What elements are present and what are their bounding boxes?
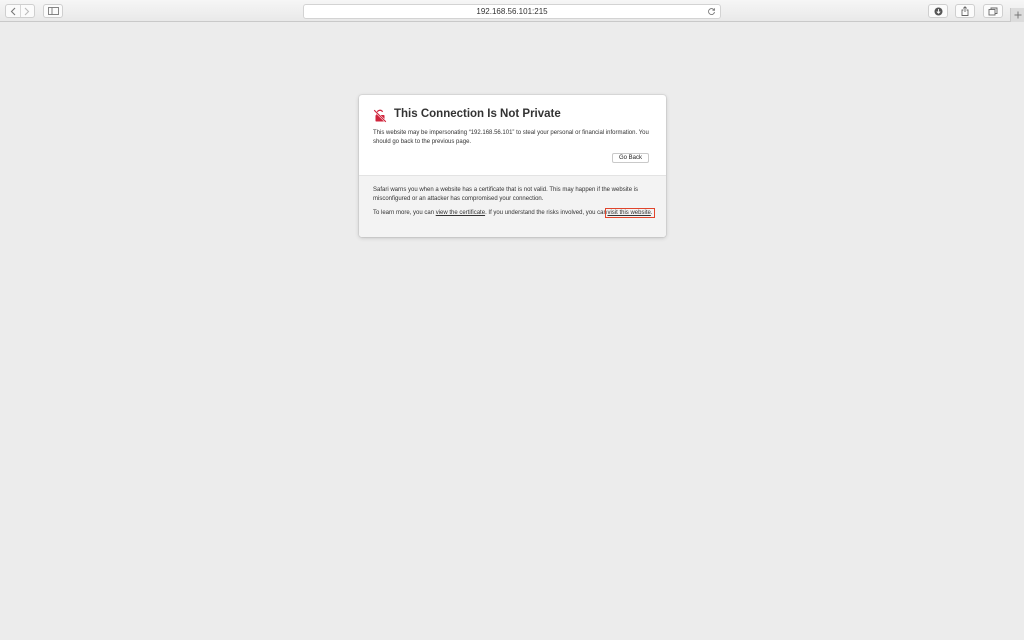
downloads-button[interactable] <box>928 4 948 18</box>
address-bar[interactable]: 192.168.56.101:215 <box>303 4 721 19</box>
new-tab-button[interactable] <box>1010 8 1024 22</box>
view-certificate-link[interactable]: view the certificate <box>436 210 485 216</box>
sidebar-icon <box>47 7 59 15</box>
broken-lock-icon <box>373 109 387 123</box>
tabs-overview-button[interactable] <box>983 4 1003 18</box>
visit-website-highlight: visit this website. <box>605 208 655 218</box>
tabs-overview-icon <box>988 7 998 15</box>
share-button[interactable] <box>955 4 975 18</box>
warning-description: This website may be impersonating “192.1… <box>373 130 649 145</box>
connection-warning-card: This Connection Is Not Private This webs… <box>359 95 666 237</box>
chevron-right-icon <box>24 7 30 15</box>
learn-more-prefix: To learn more, you can <box>373 210 436 216</box>
learn-more-suffix: . <box>650 210 653 216</box>
url-text: 192.168.56.101:215 <box>476 7 548 16</box>
sidebar-button[interactable] <box>43 4 63 18</box>
chevron-left-icon <box>10 7 16 15</box>
learn-more-text: To learn more, you can view the certific… <box>373 208 655 218</box>
certificate-info-text: Safari warns you when a website has a ce… <box>373 187 639 202</box>
warning-title: This Connection Is Not Private <box>394 108 561 120</box>
back-button[interactable] <box>6 5 20 17</box>
browser-toolbar: 192.168.56.101:215 <box>0 0 1024 22</box>
download-icon <box>934 7 942 15</box>
warning-header: This Connection Is Not Private This webs… <box>359 95 666 175</box>
go-back-button[interactable]: Go Back <box>612 153 649 163</box>
navigation-buttons <box>5 4 35 18</box>
share-icon <box>961 6 969 16</box>
forward-button[interactable] <box>19 5 35 17</box>
reload-icon[interactable] <box>707 7 716 16</box>
learn-more-middle: . If you understand the risks involved, … <box>485 210 609 216</box>
warning-details: Safari warns you when a website has a ce… <box>359 175 666 237</box>
plus-icon <box>1014 11 1021 19</box>
visit-website-link[interactable]: visit this website <box>607 210 650 216</box>
